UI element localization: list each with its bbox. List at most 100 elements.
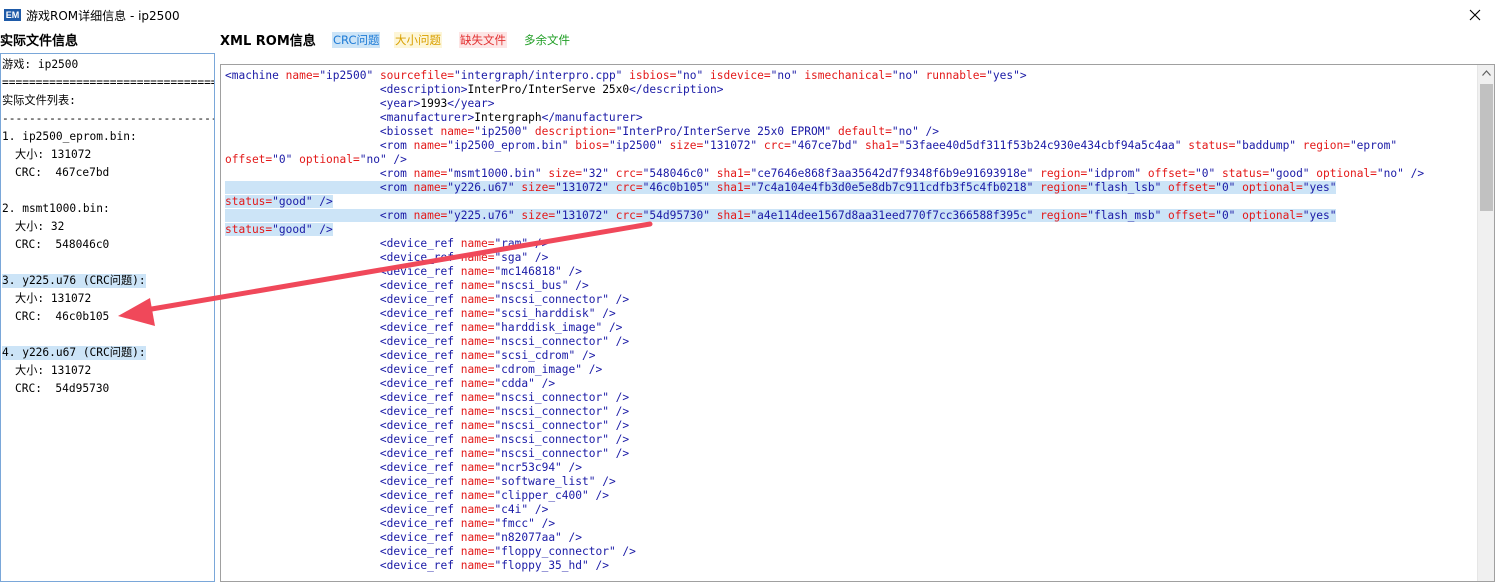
xml-token: isbios= [629, 69, 677, 82]
xml-token: name= [460, 279, 495, 292]
xml-token: name= [460, 517, 495, 530]
xml-token: optional= [1242, 209, 1303, 222]
xml-token: "46c0b105" [642, 181, 717, 194]
xml-token: "mc146818" /> [494, 265, 582, 278]
xml-line: <device_ref name="scsi_harddisk" /> [225, 307, 1424, 321]
actual-files-panel[interactable]: 游戏: ip2500 ==============================… [0, 53, 215, 582]
xml-token: region= [1040, 181, 1088, 194]
xml-token: "nscsi_connector" /> [494, 433, 630, 446]
xml-token: crc= [615, 209, 643, 222]
xml-line: <year>1993</year> [225, 97, 1424, 111]
xml-token: status= [1188, 139, 1236, 152]
xml-token: <device_ref [379, 349, 461, 362]
xml-token: "548046c0" [642, 167, 717, 180]
xml-line: <description>InterPro/InterServe 25x0</d… [225, 83, 1424, 97]
vertical-scrollbar[interactable] [1477, 65, 1494, 581]
xml-token: <device_ref [379, 559, 461, 572]
xml-token: 1993 [420, 97, 448, 110]
xml-token: "baddump" [1235, 139, 1303, 152]
xml-token: crc= [763, 139, 791, 152]
xml-token: <device_ref [379, 279, 461, 292]
xml-token: <device_ref [379, 489, 461, 502]
xml-token [225, 545, 380, 558]
xml-line: <device_ref name="mc146818" /> [225, 265, 1424, 279]
xml-token: crc= [615, 167, 643, 180]
xml-token: <biosset [379, 125, 441, 138]
xml-line: <device_ref name="floppy_connector" /> [225, 545, 1424, 559]
xml-token: runnable= [925, 69, 987, 82]
app-icon: EM [4, 9, 21, 21]
xml-token: offset= [225, 153, 273, 166]
xml-token: "nscsi_connector" /> [494, 293, 630, 306]
xml-token [225, 475, 380, 488]
xml-token: region= [1040, 209, 1088, 222]
xml-token: <device_ref [379, 531, 461, 544]
xml-token: "ip2500" [474, 125, 535, 138]
xml-token [225, 237, 380, 250]
xml-token: optional= [1316, 167, 1377, 180]
xml-token: region= [1302, 139, 1350, 152]
xml-line: <biosset name="ip2500" description="Inte… [225, 125, 1424, 139]
xml-token: size= [669, 139, 704, 152]
scroll-up-button[interactable] [1478, 65, 1494, 82]
xml-token: <device_ref [379, 237, 461, 250]
xml-token [225, 419, 380, 432]
xml-token [225, 167, 380, 180]
xml-line: <device_ref name="harddisk_image" /> [225, 321, 1424, 335]
xml-token [225, 209, 380, 222]
xml-token [225, 125, 380, 138]
xml-token [225, 391, 380, 404]
xml-token: </manufacturer> [541, 111, 643, 124]
xml-token: "nscsi_connector" /> [494, 335, 630, 348]
file-info-line: CRC: 467ce7bd [15, 166, 110, 179]
xml-token: "sga" /> [494, 251, 549, 264]
close-button[interactable] [1455, 0, 1495, 30]
xml-token [225, 461, 380, 474]
xml-token [225, 279, 380, 292]
xml-token: "clipper_c400" /> [494, 489, 609, 502]
xml-line: <machine name="ip2500" sourcefile="inter… [225, 69, 1424, 83]
xml-token: ismechanical= [804, 69, 892, 82]
xml-token: <device_ref [379, 517, 461, 530]
xml-token: "yes" [1302, 181, 1337, 194]
xml-token: "y226.u67" [447, 181, 522, 194]
xml-token: </description> [629, 83, 724, 96]
xml-token: "54d95730" [642, 209, 717, 222]
xml-token: name= [460, 489, 495, 502]
xml-token: "ram" /> [494, 237, 549, 250]
xml-token: name= [460, 545, 495, 558]
xml-token [225, 293, 380, 306]
xml-token: <device_ref [379, 419, 461, 432]
xml-token: "131072" [555, 209, 616, 222]
xml-token: <description> [379, 83, 468, 96]
xml-token: "cdda" /> [494, 377, 556, 390]
xml-token: name= [460, 391, 495, 404]
xml-token: region= [1040, 167, 1088, 180]
xml-text-area[interactable]: <machine name="ip2500" sourcefile="inter… [220, 64, 1495, 582]
xml-token: status= [1221, 167, 1270, 180]
xml-token [225, 97, 380, 110]
xml-token [225, 503, 380, 516]
chevron-up-icon [1482, 70, 1491, 76]
xml-token [225, 83, 380, 96]
file-info-line: 大小: 32 [15, 220, 65, 233]
xml-line: <rom name="y225.u76" size="131072" crc="… [225, 209, 1424, 223]
xml-token: "flash_lsb" [1087, 181, 1169, 194]
xml-token [225, 139, 380, 152]
xml-token: <device_ref [379, 405, 461, 418]
xml-token: name= [460, 503, 495, 516]
xml-token: name= [413, 167, 448, 180]
file-info-line: 游戏: ip2500 [2, 58, 79, 71]
xml-token: name= [460, 447, 495, 460]
xml-token: offset= [1147, 167, 1196, 180]
xml-token: "harddisk_image" /> [494, 321, 623, 334]
scrollbar-thumb[interactable] [1480, 84, 1493, 211]
xml-token: name= [460, 251, 495, 264]
xml-token [225, 349, 380, 362]
xml-token: name= [460, 405, 495, 418]
xml-token: "good" /> [272, 223, 333, 236]
xml-token: <device_ref [379, 293, 461, 306]
xml-line: <device_ref name="ncr53c94" /> [225, 461, 1424, 475]
xml-token [225, 559, 380, 572]
xml-token: "a4e114dee1567d8aa31eed770f7cc366588f395… [750, 209, 1041, 222]
